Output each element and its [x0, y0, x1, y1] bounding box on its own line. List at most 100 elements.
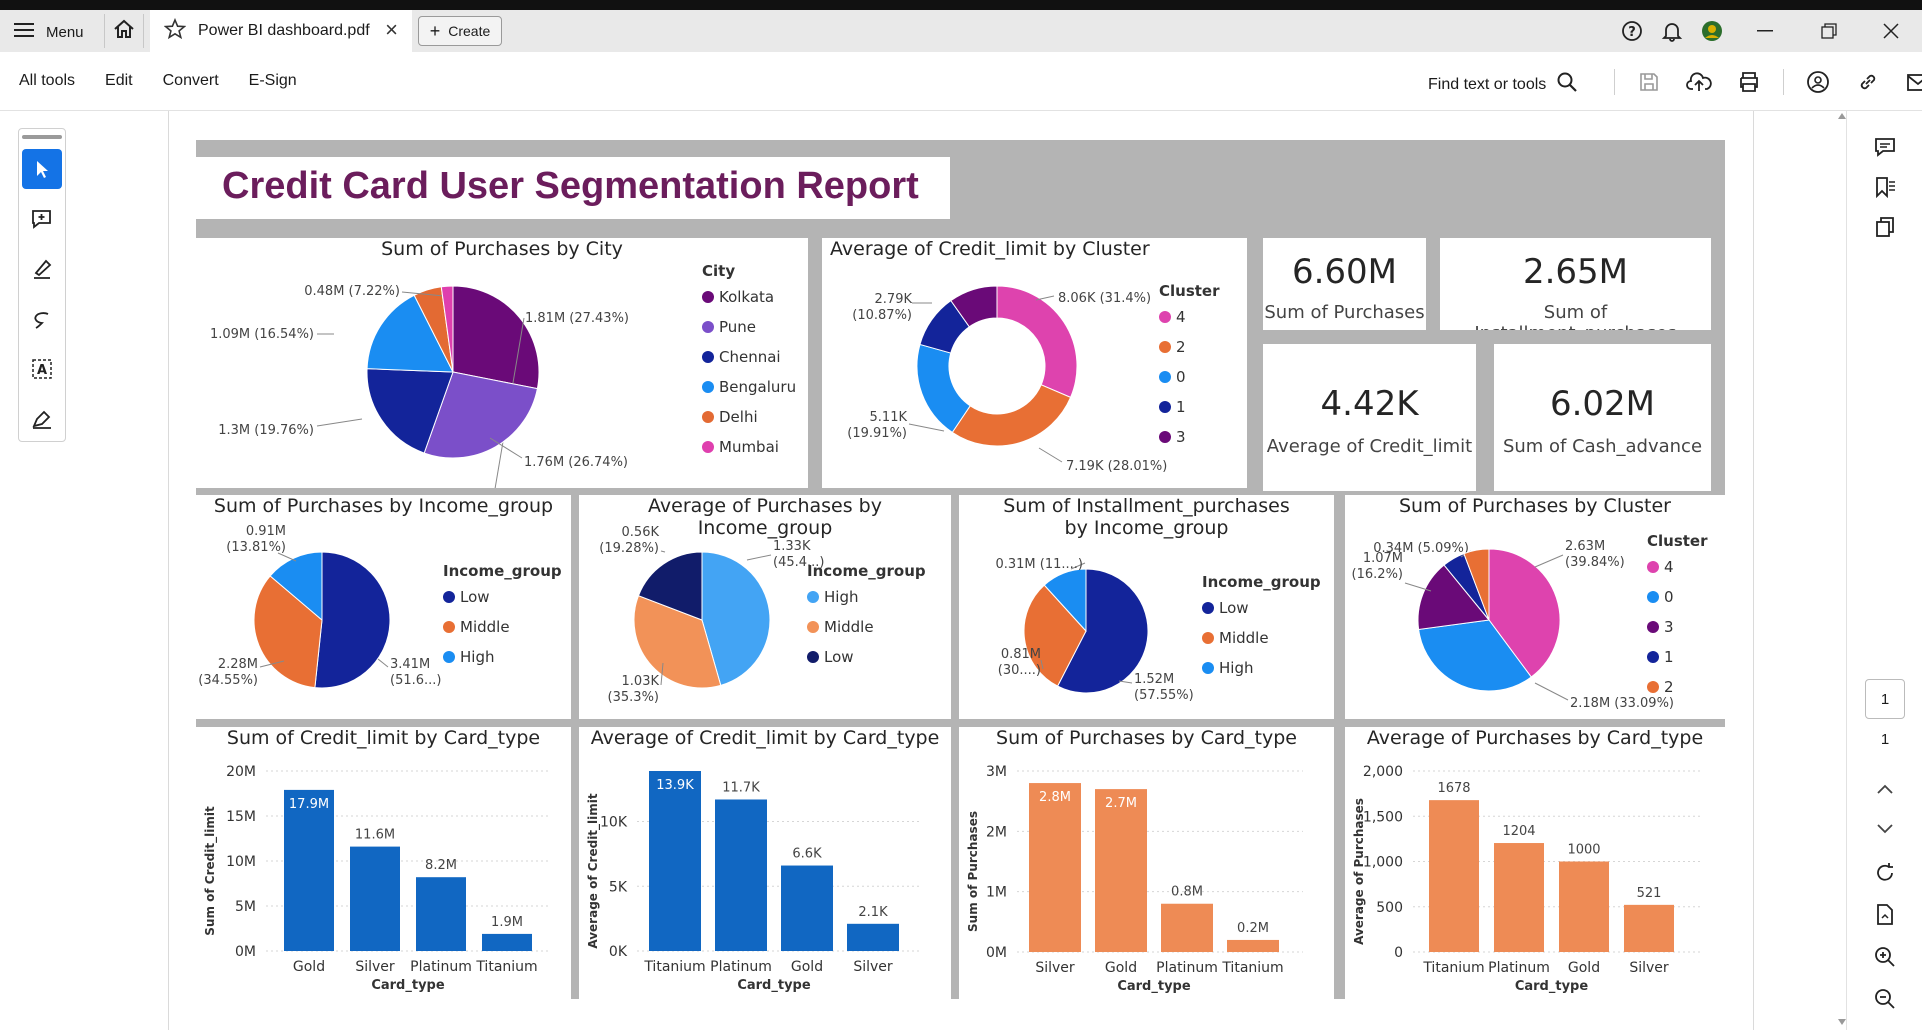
create-button[interactable]: + Create [418, 16, 502, 46]
print-icon[interactable] [1733, 66, 1765, 98]
x-axis-label: Card_type [1515, 979, 1589, 994]
highlight-icon[interactable] [22, 249, 62, 289]
add-comment-icon[interactable] [22, 199, 62, 239]
menu-e-sign[interactable]: E-Sign [249, 72, 297, 90]
legend-item: 4 [1176, 308, 1186, 326]
pages-icon[interactable] [1867, 209, 1903, 245]
bar[interactable] [1624, 904, 1674, 952]
legend-item: Middle [824, 618, 874, 636]
chevron-down-icon[interactable] [1867, 811, 1903, 847]
bar[interactable] [1161, 903, 1213, 952]
tab-title: Power BI dashboard.pdf [198, 22, 370, 39]
data-label: 6.6K [792, 847, 822, 862]
legend-item: 4 [1664, 558, 1674, 576]
save-icon[interactable] [1633, 66, 1665, 98]
minimize-icon[interactable] [1732, 11, 1798, 51]
x-tick-label: Platinum [1156, 960, 1218, 976]
link-icon[interactable] [1852, 66, 1884, 98]
data-label: 1000 [1567, 843, 1600, 858]
window-controls: ? [1612, 10, 1922, 52]
bar[interactable] [1494, 843, 1544, 952]
menu-all-tools[interactable]: All tools [19, 72, 75, 90]
legend-item: 2 [1176, 338, 1186, 356]
bar[interactable] [1029, 783, 1081, 952]
x-tick-label: Titanium [475, 959, 537, 975]
data-label: (35.3%) [608, 690, 659, 705]
chart-plot: 2.63M(39.84%)2.18M (33.09%)1.07M(16.2%)0… [1352, 532, 1709, 711]
bar[interactable] [649, 771, 701, 951]
close-window-icon[interactable] [1860, 11, 1922, 51]
bar[interactable] [715, 799, 767, 951]
bar[interactable] [1227, 939, 1279, 952]
vertical-scrollbar[interactable] [1838, 111, 1846, 1030]
bar[interactable] [1429, 800, 1479, 952]
bar[interactable] [1559, 861, 1609, 953]
avatar[interactable] [1692, 11, 1732, 51]
menu-convert[interactable]: Convert [163, 72, 219, 90]
bar[interactable] [482, 933, 532, 951]
comments-icon[interactable] [1867, 129, 1903, 165]
bar[interactable] [847, 923, 899, 951]
email-icon[interactable] [1902, 66, 1922, 98]
legend-marker [443, 591, 455, 603]
menu-edit[interactable]: Edit [105, 72, 133, 90]
kpi-card: 4.42K Average of Credit_limit [1263, 344, 1476, 491]
data-label: 0.81M [1001, 647, 1041, 662]
leader-line [660, 550, 666, 553]
page-info-icon[interactable] [1867, 897, 1903, 933]
legend-item: Delhi [719, 408, 758, 426]
pie-slice[interactable] [951, 384, 1072, 447]
x-tick-label: Gold [791, 959, 823, 975]
bookmark-icon[interactable] [1867, 169, 1903, 205]
pie-slice[interactable] [314, 551, 391, 689]
x-tick-label: Titanium [1221, 960, 1283, 976]
bar[interactable] [781, 865, 833, 951]
menu-button[interactable]: Menu [14, 18, 84, 46]
document-tab[interactable]: Power BI dashboard.pdf × [150, 10, 412, 52]
pie-chart-card: Sum of Installment_purchases by Income_g… [959, 495, 1334, 719]
y-tick-label: 5M [235, 899, 256, 915]
legend-item: High [824, 588, 858, 606]
sign-icon[interactable] [22, 399, 62, 439]
y-tick-label: 1,000 [1363, 855, 1403, 871]
cloud-upload-icon[interactable] [1683, 66, 1715, 98]
legend-item: High [460, 648, 494, 666]
data-label: 1.9M [491, 915, 523, 930]
bar[interactable] [416, 877, 466, 951]
drag-handle[interactable] [22, 135, 62, 139]
data-label: 11.6M [355, 828, 395, 843]
share-user-icon[interactable] [1802, 66, 1834, 98]
home-button[interactable] [104, 14, 144, 48]
data-label: 8.2M [425, 858, 457, 873]
legend-marker [1159, 311, 1171, 323]
current-page-input[interactable]: 1 [1865, 679, 1905, 719]
bar[interactable] [350, 846, 400, 951]
x-tick-label: Gold [1105, 960, 1137, 976]
data-label: 3.41M [390, 657, 430, 672]
star-icon[interactable] [163, 17, 187, 45]
data-label: 0.56K [622, 525, 660, 540]
text-box-icon[interactable]: A [22, 349, 62, 389]
data-label: 1.09M (16.54%) [210, 327, 314, 342]
help-icon[interactable]: ? [1612, 11, 1652, 51]
rotate-icon[interactable] [1867, 855, 1903, 891]
chevron-up-icon[interactable] [1867, 771, 1903, 807]
restore-icon[interactable] [1798, 11, 1860, 51]
legend-marker [807, 621, 819, 633]
pie-chart-card: Sum of Purchases by City 1.81M (27.43%) 1.… [196, 238, 808, 488]
y-tick-label: 15M [226, 809, 256, 825]
bell-icon[interactable] [1652, 11, 1692, 51]
data-label: 0.34M (5.09%) [1373, 541, 1469, 556]
main-toolbar: All tools Edit Convert E-Sign Find text … [0, 52, 1922, 111]
pie-slice[interactable] [452, 285, 540, 390]
bar[interactable] [284, 789, 334, 951]
legend-title: Cluster [1159, 282, 1220, 300]
draw-icon[interactable] [22, 299, 62, 339]
zoom-out-icon[interactable] [1867, 981, 1903, 1017]
legend-marker [807, 591, 819, 603]
close-tab-icon[interactable]: × [385, 19, 398, 41]
find-tools-search[interactable]: Find text or tools [1428, 71, 1578, 98]
zoom-in-icon[interactable] [1867, 939, 1903, 975]
select-tool-icon[interactable] [22, 149, 62, 189]
bar[interactable] [1095, 789, 1147, 952]
